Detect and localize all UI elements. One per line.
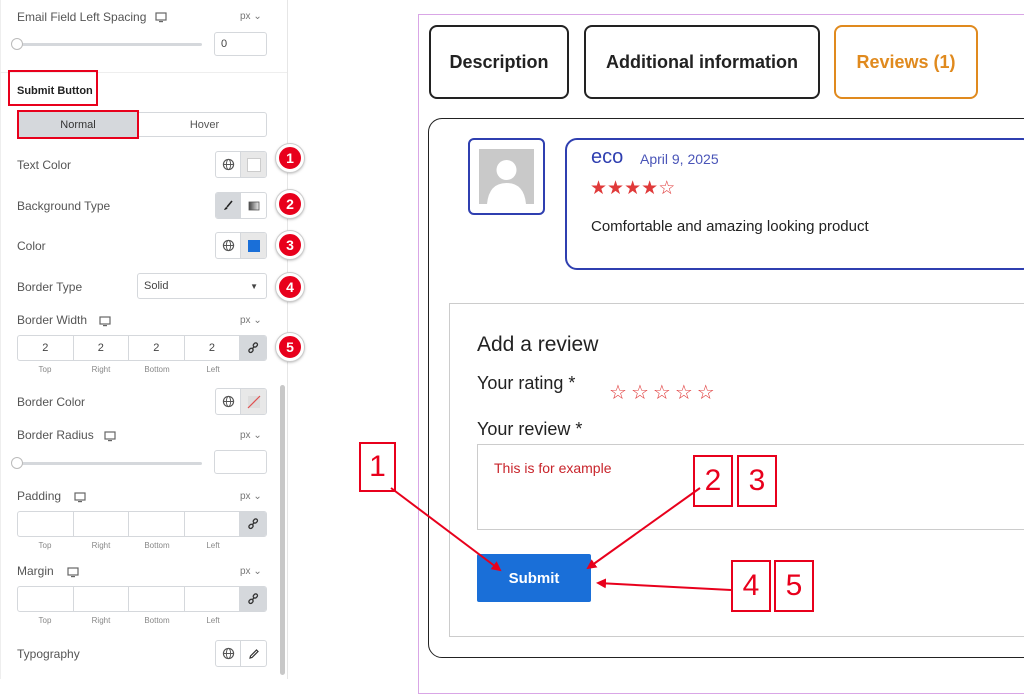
arrow-2-3	[586, 487, 701, 570]
annotation-arrows	[390, 487, 732, 591]
arrow-4-5	[596, 578, 732, 591]
arrow-1	[390, 487, 502, 572]
